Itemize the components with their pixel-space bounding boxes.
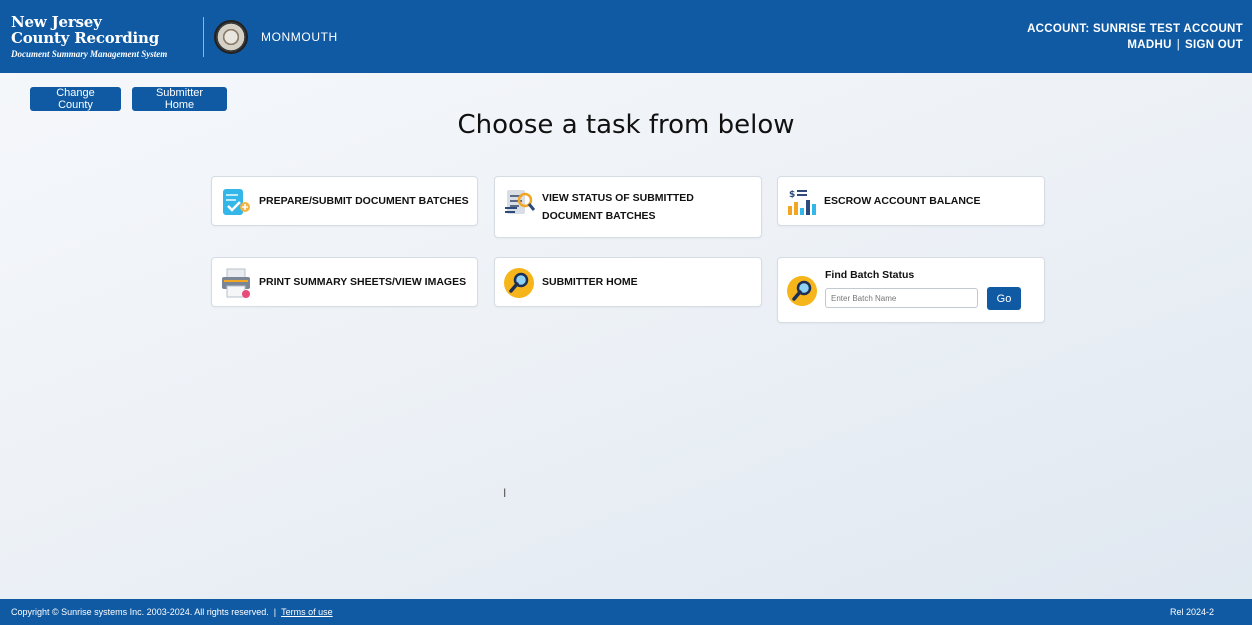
user-name-link[interactable]: MADHU: [1127, 39, 1171, 51]
task-label: PRINT SUMMARY SHEETS/VIEW IMAGES: [259, 276, 467, 288]
task-view-status-batches[interactable]: VIEW STATUS OF SUBMITTED DOCUMENT BATCHE…: [494, 176, 762, 238]
text-cursor-icon: I: [503, 486, 507, 500]
release-version: Rel 2024-2: [1169, 607, 1214, 617]
change-county-button[interactable]: Change County: [30, 87, 121, 111]
brand-logo[interactable]: New Jersey County Recording Document Sum…: [11, 12, 201, 59]
brand-subtitle: Document Summary Management System: [11, 48, 168, 59]
footer-separator: |: [273, 607, 277, 617]
task-submitter-home[interactable]: SUBMITTER HOME: [494, 257, 762, 307]
search-circle-icon: [787, 276, 817, 306]
find-batch-status-panel: Find Batch Status Go: [777, 257, 1045, 323]
submitter-home-button[interactable]: Submitter Home: [132, 87, 227, 111]
printer-icon: [222, 268, 250, 298]
task-label: PREPARE/SUBMIT DOCUMENT BATCHES: [259, 195, 469, 207]
brand-title-line1: New Jersey: [11, 12, 102, 31]
task-label-line2: DOCUMENT BATCHES: [542, 210, 656, 222]
go-button[interactable]: Go: [987, 287, 1021, 310]
county-name: MONMOUTH: [261, 29, 338, 44]
top-header: New Jersey County Recording Document Sum…: [0, 0, 1252, 73]
account-name: ACCOUNT: SUNRISE TEST ACCOUNT: [1027, 23, 1243, 35]
task-prepare-submit-batches[interactable]: PREPARE/SUBMIT DOCUMENT BATCHES: [211, 176, 478, 226]
search-circle-icon: [504, 268, 534, 298]
find-batch-title: Find Batch Status: [825, 269, 915, 281]
footer: Copyright © Sunrise systems Inc. 2003-20…: [0, 599, 1252, 625]
svg-text:$: $: [789, 190, 795, 200]
batch-name-input[interactable]: [825, 288, 978, 308]
task-label: ESCROW ACCOUNT BALANCE: [824, 195, 981, 207]
task-label: SUBMITTER HOME: [542, 276, 638, 288]
document-submit-icon: [223, 189, 250, 215]
copyright-text: Copyright © Sunrise systems Inc. 2003-20…: [11, 607, 269, 617]
account-info: ACCOUNT: SUNRISE TEST ACCOUNT MADHU | SIGN…: [1027, 21, 1243, 53]
task-label-block: VIEW STATUS OF SUBMITTED DOCUMENT BATCHE…: [542, 189, 694, 225]
terms-of-use-link[interactable]: Terms of use: [281, 607, 333, 617]
account-separator: |: [1176, 39, 1180, 51]
sign-out-link[interactable]: SIGN OUT: [1185, 39, 1243, 51]
magnifier-document-icon: [505, 190, 535, 214]
page-title: Choose a task from below: [457, 110, 795, 140]
task-escrow-balance[interactable]: $ ESCROW ACCOUNT BALANCE: [777, 176, 1045, 226]
task-print-summary-sheets[interactable]: PRINT SUMMARY SHEETS/VIEW IMAGES: [211, 257, 478, 307]
account-balance-chart-icon: $: [788, 190, 816, 215]
header-divider: [203, 16, 204, 57]
county-seal-icon: [214, 19, 248, 54]
brand-title-line2: County Recording: [11, 28, 160, 47]
task-label-line1: VIEW STATUS OF SUBMITTED: [542, 192, 694, 204]
